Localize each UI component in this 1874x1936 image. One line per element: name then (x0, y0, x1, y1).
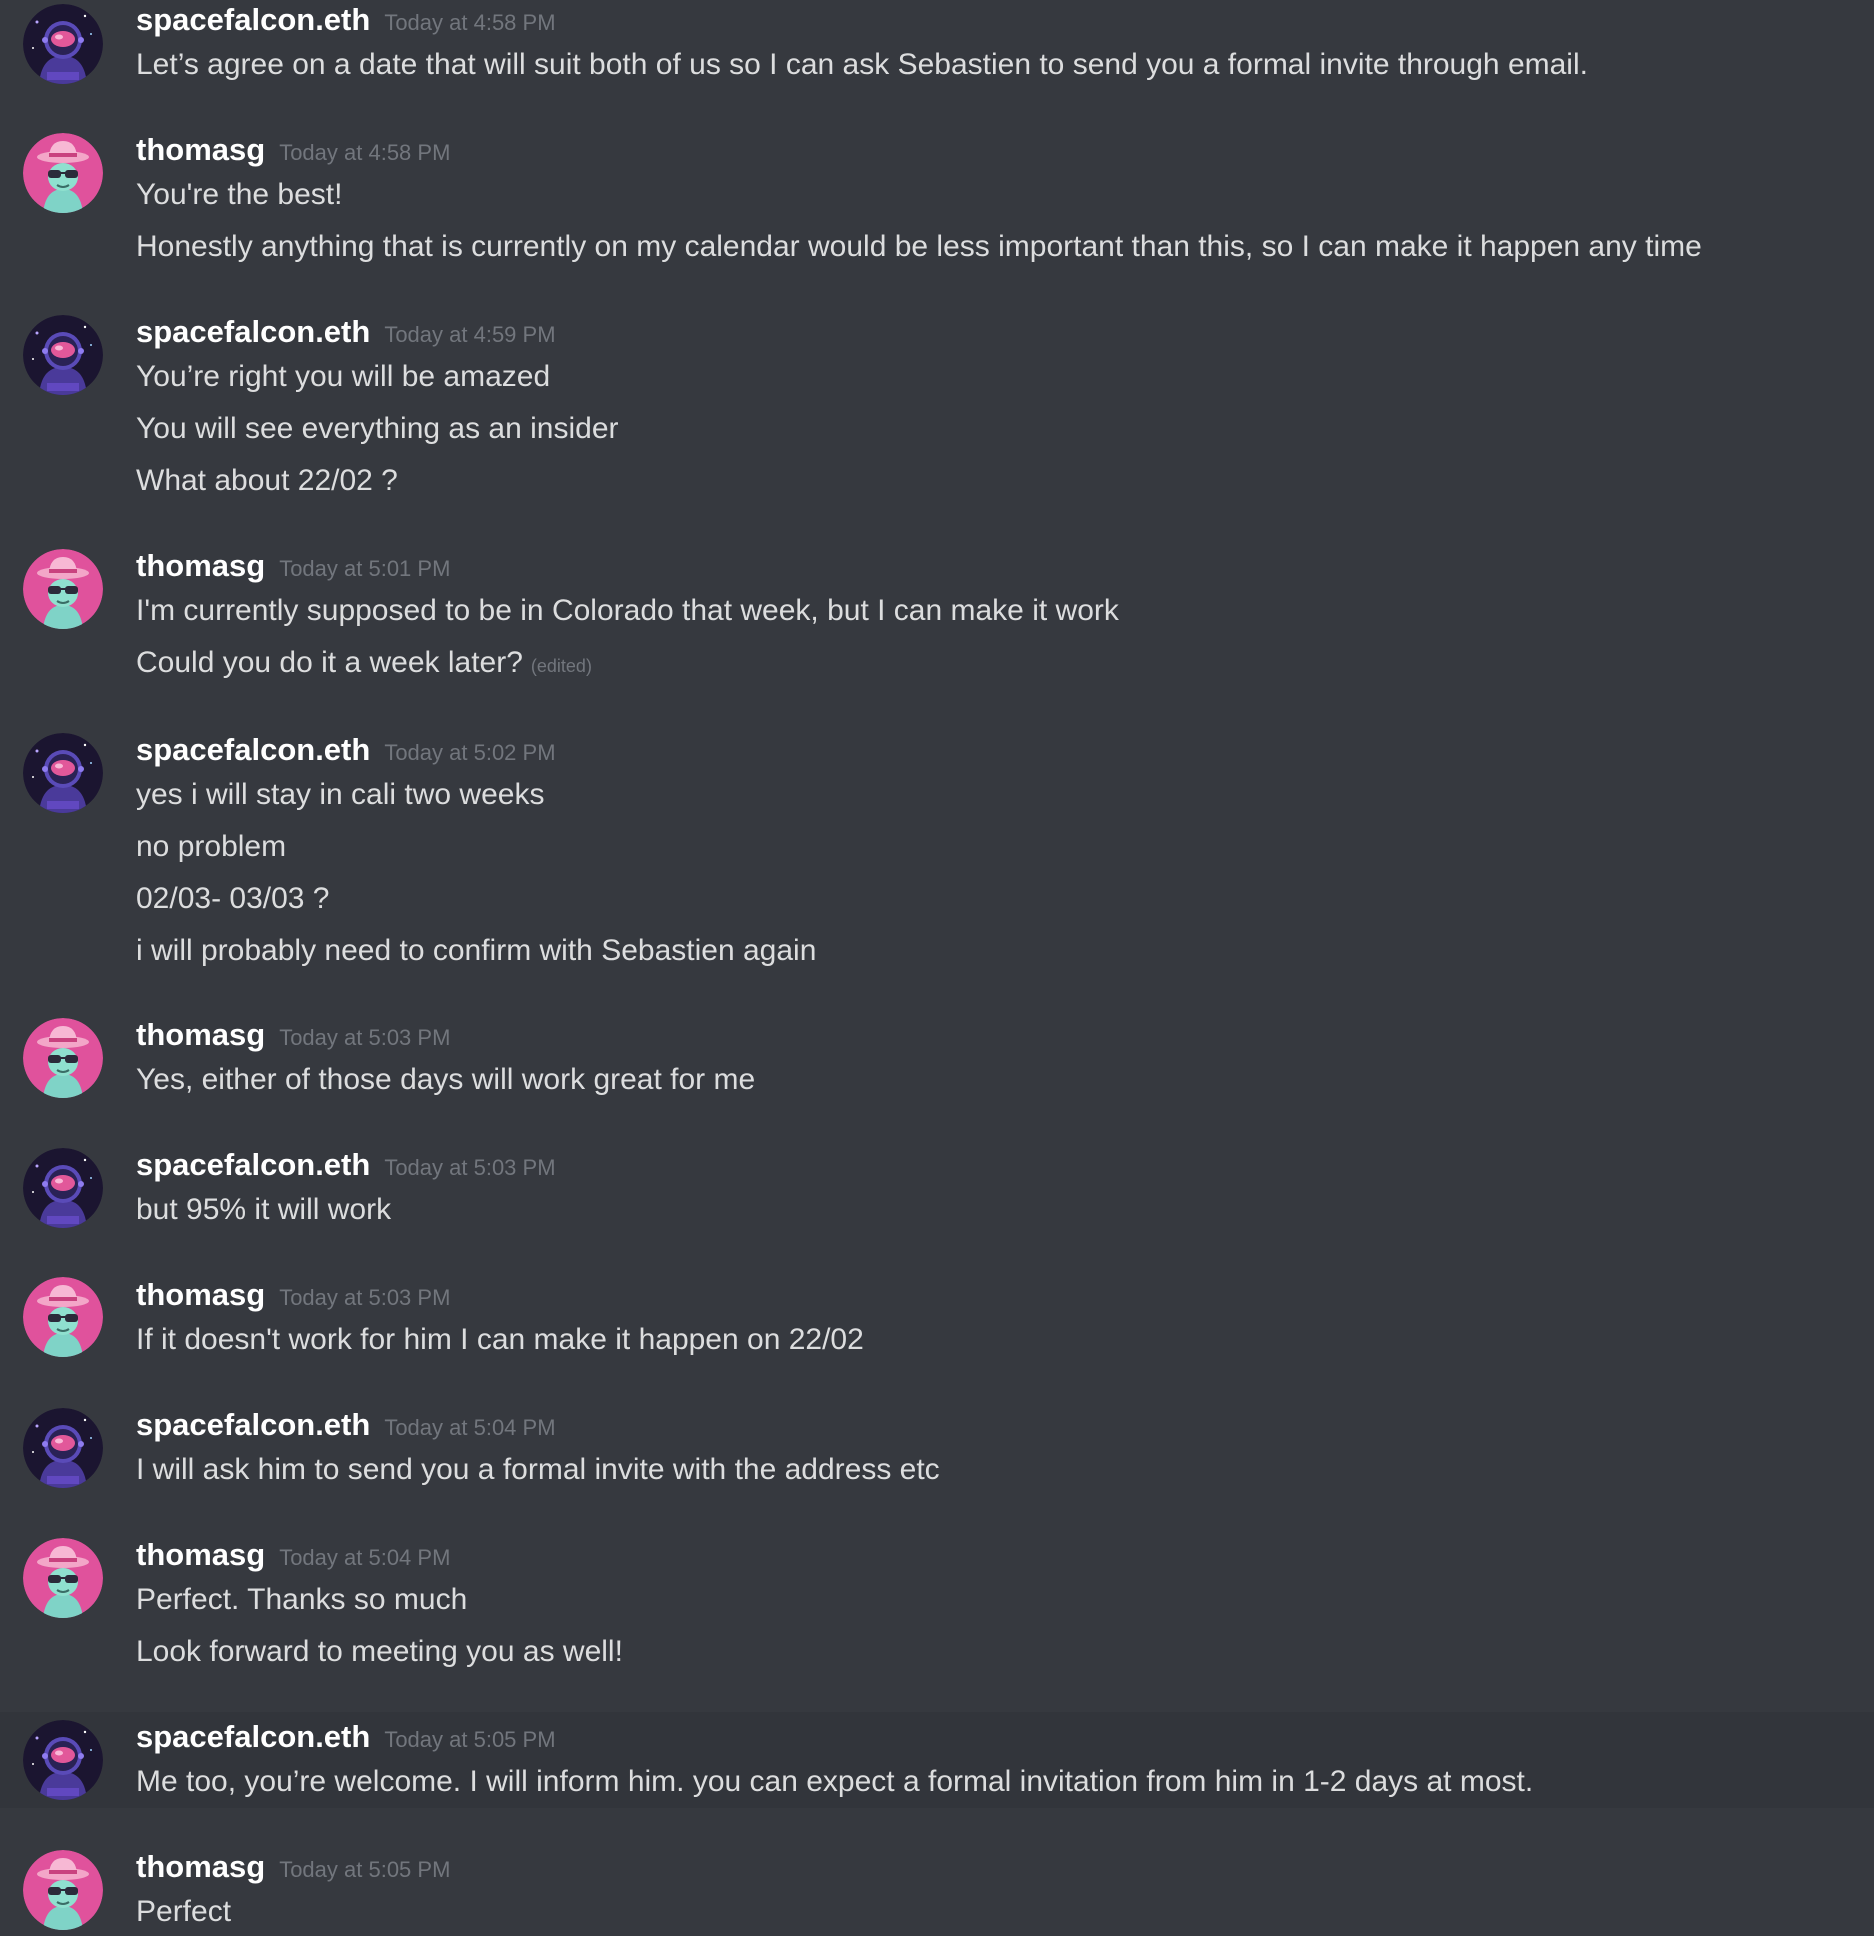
message-text: i will probably need to confirm with Seb… (136, 934, 817, 967)
username[interactable]: thomasg (136, 548, 265, 583)
username[interactable]: spacefalcon.eth (136, 2, 370, 37)
message-group: spacefalcon.eth Today at 5:02 PM yes i wi… (0, 723, 1874, 1009)
message-header: thomasg Today at 4:58 PM (136, 132, 450, 172)
message-text: Let’s agree on a date that will suit bot… (136, 48, 1588, 81)
message-text: Honestly anything that is currently on m… (136, 230, 1702, 263)
timestamp: Today at 5:03 PM (384, 1155, 556, 1180)
astronaut-avatar-icon[interactable] (23, 1148, 103, 1228)
message-text: Look forward to meeting you as well! (136, 1635, 623, 1668)
message-text: You're the best! (136, 178, 343, 211)
message-header: thomasg Today at 5:04 PM (136, 1537, 450, 1577)
message-text: Perfect (136, 1895, 232, 1928)
timestamp: Today at 4:59 PM (384, 322, 556, 347)
message-text: but 95% it will work (136, 1193, 392, 1226)
message-text: yes i will stay in cali two weeks (136, 778, 545, 811)
message-text: I will ask him to send you a formal invi… (136, 1453, 940, 1486)
username[interactable]: spacefalcon.eth (136, 1147, 370, 1182)
message-text: Perfect. Thanks so much (136, 1583, 468, 1616)
message-group: thomasg Today at 5:04 PM Perfect. Thanks … (0, 1529, 1874, 1712)
hat-sunglasses-avatar-icon[interactable] (23, 549, 103, 629)
astronaut-avatar-icon[interactable] (23, 733, 103, 813)
hat-sunglasses-avatar-icon[interactable] (23, 1277, 103, 1357)
username[interactable]: thomasg (136, 1277, 265, 1312)
timestamp: Today at 5:01 PM (279, 556, 451, 581)
astronaut-avatar-icon[interactable] (23, 315, 103, 395)
timestamp: Today at 5:05 PM (384, 1727, 556, 1752)
message-header: spacefalcon.eth Today at 5:05 PM (136, 1719, 556, 1759)
message-header: spacefalcon.eth Today at 5:04 PM (136, 1407, 556, 1447)
username[interactable]: spacefalcon.eth (136, 1719, 370, 1754)
message-header: thomasg Today at 5:05 PM (136, 1849, 450, 1889)
message-text: Me too, you’re welcome. I will inform hi… (136, 1765, 1534, 1798)
hat-sunglasses-avatar-icon[interactable] (23, 133, 103, 213)
hat-sunglasses-avatar-icon[interactable] (23, 1850, 103, 1930)
message-text: I'm currently supposed to be in Colorado… (136, 594, 1119, 627)
message-group: thomasg Today at 5:01 PM I'm currently su… (0, 541, 1874, 723)
message-text: no problem (136, 830, 287, 863)
message-group-hovered[interactable]: spacefalcon.eth Today at 5:05 PM Me too, … (0, 1712, 1874, 1808)
message-group: thomasg Today at 5:05 PM Perfect (0, 1808, 1874, 1936)
message-group: spacefalcon.eth Today at 5:04 PM I will a… (0, 1399, 1874, 1529)
message-text: If it doesn't work for him I can make it… (136, 1323, 864, 1356)
timestamp: Today at 5:03 PM (279, 1025, 451, 1050)
message-text: You will see everything as an insider (136, 412, 619, 445)
username[interactable]: spacefalcon.eth (136, 732, 370, 767)
message-text: Yes, either of those days will work grea… (136, 1063, 756, 1096)
timestamp: Today at 4:58 PM (384, 10, 556, 35)
astronaut-avatar-icon[interactable] (23, 4, 103, 84)
edited-label: (edited) (530, 656, 592, 676)
message-header: spacefalcon.eth Today at 4:59 PM (136, 314, 556, 354)
hat-sunglasses-avatar-icon[interactable] (23, 1538, 103, 1618)
message-text: You’re right you will be amazed (136, 360, 551, 393)
message-text: What about 22/02 ? (136, 464, 398, 497)
message-group: thomasg Today at 5:03 PM Yes, either of t… (0, 1009, 1874, 1139)
astronaut-avatar-icon[interactable] (23, 1720, 103, 1800)
message-group: thomasg Today at 5:03 PM If it doesn't wo… (0, 1269, 1874, 1399)
timestamp: Today at 5:04 PM (384, 1415, 556, 1440)
timestamp: Today at 5:04 PM (279, 1545, 451, 1570)
message-text: Could you do it a week later? (edited) (136, 643, 592, 686)
astronaut-avatar-icon[interactable] (23, 1408, 103, 1488)
timestamp: Today at 5:03 PM (279, 1285, 451, 1310)
username[interactable]: thomasg (136, 1537, 265, 1572)
message-header: spacefalcon.eth Today at 5:03 PM (136, 1147, 556, 1187)
message-group: spacefalcon.eth Today at 5:03 PM but 95% … (0, 1139, 1874, 1269)
message-text-content: Could you do it a week later? (136, 646, 523, 679)
username[interactable]: thomasg (136, 132, 265, 167)
message-header: thomasg Today at 5:01 PM (136, 548, 450, 588)
username[interactable]: thomasg (136, 1017, 265, 1052)
message-group: spacefalcon.eth Today at 4:59 PM You’re r… (0, 310, 1874, 541)
message-header: spacefalcon.eth Today at 4:58 PM (136, 2, 556, 42)
timestamp: Today at 5:05 PM (279, 1857, 451, 1882)
chat-message-list: spacefalcon.eth Today at 4:58 PM Let’s ag… (0, 0, 1874, 1936)
message-group: spacefalcon.eth Today at 4:58 PM Let’s ag… (0, 0, 1874, 110)
username[interactable]: thomasg (136, 1849, 265, 1884)
username[interactable]: spacefalcon.eth (136, 314, 370, 349)
message-header: thomasg Today at 5:03 PM (136, 1017, 450, 1057)
message-header: spacefalcon.eth Today at 5:02 PM (136, 732, 556, 772)
timestamp: Today at 5:02 PM (384, 740, 556, 765)
message-header: thomasg Today at 5:03 PM (136, 1277, 450, 1317)
username[interactable]: spacefalcon.eth (136, 1407, 370, 1442)
message-text: 02/03- 03/03 ? (136, 882, 330, 915)
hat-sunglasses-avatar-icon[interactable] (23, 1018, 103, 1098)
message-group: thomasg Today at 4:58 PM You're the best!… (0, 110, 1874, 310)
timestamp: Today at 4:58 PM (279, 140, 451, 165)
